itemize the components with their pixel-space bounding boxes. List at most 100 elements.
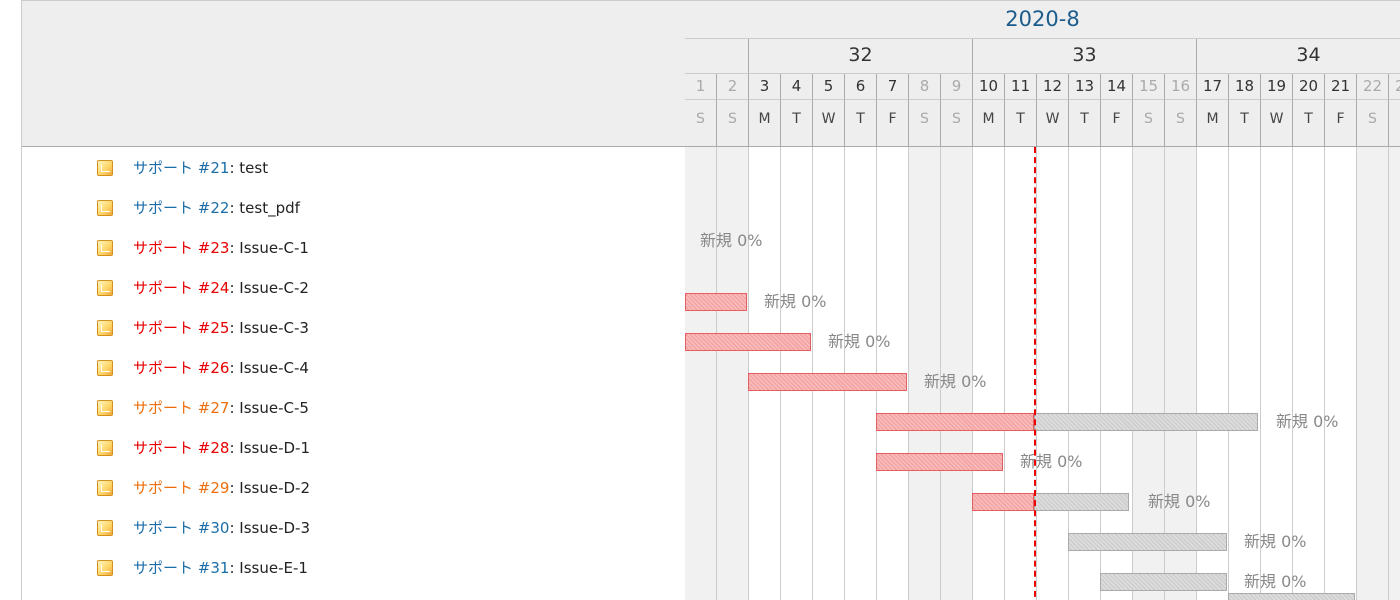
weekday-header: S	[909, 100, 941, 147]
today-marker	[1034, 147, 1036, 600]
day-column	[1005, 147, 1037, 600]
gantt-bar-remaining[interactable]	[1068, 533, 1227, 551]
issue-number-link[interactable]: #22	[198, 199, 230, 217]
day-header: 10	[973, 74, 1005, 100]
gantt-bar-late[interactable]	[876, 453, 1003, 471]
weekday-header: F	[1101, 100, 1133, 147]
issue-number-link[interactable]: #21	[198, 159, 230, 177]
issue-number-link[interactable]: #30	[198, 519, 230, 537]
day-header: 22	[1357, 74, 1389, 100]
issue-row: サポート #22: test_pdf	[22, 188, 685, 228]
issue-tracker-link[interactable]: サポート	[133, 279, 193, 297]
issue-subject: サポート #21: test	[133, 148, 268, 188]
week-header: 32	[749, 39, 973, 74]
issue-row: サポート #23: Issue-C-1	[22, 228, 685, 268]
gantt-bar-late[interactable]	[685, 333, 811, 351]
issue-separator: :	[229, 439, 240, 457]
issue-tracker-link[interactable]: サポート	[133, 439, 193, 457]
gantt-bar-remaining[interactable]	[1228, 593, 1355, 600]
bar-status-label: 新規 0%	[700, 231, 763, 250]
weekday-header: F	[1325, 100, 1357, 147]
day-column	[1325, 147, 1357, 600]
issue-separator: :	[229, 239, 240, 257]
day-header: 15	[1133, 74, 1165, 100]
gantt-bar-remaining[interactable]	[1100, 573, 1227, 591]
issue-number-link[interactable]: #29	[198, 479, 230, 497]
subject-list-header	[22, 0, 685, 147]
day-header: 14	[1101, 74, 1133, 100]
issue-subject-text: test_pdf	[239, 199, 300, 217]
day-header: 20	[1293, 74, 1325, 100]
issue-tracker-link[interactable]: サポート	[133, 519, 193, 537]
issue-separator: :	[229, 199, 240, 217]
issue-number-link[interactable]: #28	[198, 439, 230, 457]
gantt-bar-late[interactable]	[685, 293, 747, 311]
weekday-header: T	[1229, 100, 1261, 147]
issue-subject: サポート #31: Issue-E-1	[133, 548, 308, 588]
issue-tracker-link[interactable]: サポート	[133, 319, 193, 337]
day-column	[1037, 147, 1069, 600]
issue-subject-text: Issue-C-1	[239, 239, 309, 257]
issue-tracker-link[interactable]: サポート	[133, 399, 193, 417]
issue-subject-text: Issue-E-1	[239, 559, 308, 577]
weekday-header: S	[1357, 100, 1389, 147]
issue-tracker-link[interactable]: サポート	[133, 559, 193, 577]
issue-subject-text: Issue-D-3	[239, 519, 310, 537]
bar-status-label: 新規 0%	[1244, 572, 1307, 591]
issue-tracker-link[interactable]: サポート	[133, 359, 193, 377]
issue-separator: :	[229, 279, 240, 297]
issue-subject: サポート #23: Issue-C-1	[133, 228, 309, 268]
gantt-bar-remaining[interactable]	[1034, 413, 1258, 431]
weekday-header: M	[1197, 100, 1229, 147]
issue-icon	[97, 320, 113, 336]
bar-status-label: 新規 0%	[828, 332, 891, 351]
issue-subject-text: Issue-D-2	[239, 479, 310, 497]
weekday-header: M	[749, 100, 781, 147]
issue-number-link[interactable]: #25	[198, 319, 230, 337]
issue-subject-text: Issue-C-4	[239, 359, 309, 377]
issue-separator: :	[229, 159, 240, 177]
issue-tracker-link[interactable]: サポート	[133, 199, 193, 217]
issue-number-link[interactable]: #26	[198, 359, 230, 377]
weekday-header: T	[845, 100, 877, 147]
weekday-header: M	[973, 100, 1005, 147]
issue-tracker-link[interactable]: サポート	[133, 159, 193, 177]
issue-tracker-link[interactable]: サポート	[133, 239, 193, 257]
weekday-header: S	[1389, 100, 1400, 147]
day-header: 16	[1165, 74, 1197, 100]
gantt-bar-late[interactable]	[876, 413, 1034, 431]
day-header: 13	[1069, 74, 1101, 100]
gantt-bar-remaining[interactable]	[1034, 493, 1129, 511]
day-header: 6	[845, 74, 877, 100]
day-header: 3	[749, 74, 781, 100]
weekday-header: S	[717, 100, 749, 147]
gantt-bar-late[interactable]	[972, 493, 1034, 511]
issue-separator: :	[229, 479, 240, 497]
day-header: 21	[1325, 74, 1357, 100]
gantt-bar-late[interactable]	[748, 373, 907, 391]
issue-number-link[interactable]: #31	[198, 559, 230, 577]
weekday-header: F	[877, 100, 909, 147]
bar-status-label: 新規 0%	[1020, 452, 1083, 471]
issue-tracker-link[interactable]: サポート	[133, 479, 193, 497]
day-header: 9	[941, 74, 973, 100]
issue-separator: :	[229, 559, 240, 577]
weekday-header: T	[781, 100, 813, 147]
week-header: 34	[1197, 39, 1400, 74]
issue-number-link[interactable]: #24	[198, 279, 230, 297]
week-header: 33	[973, 39, 1197, 74]
weekday-header: W	[813, 100, 845, 147]
weekend-column	[685, 147, 717, 600]
issue-separator: :	[229, 519, 240, 537]
issue-row: サポート #26: Issue-C-4	[22, 348, 685, 388]
week-header	[685, 39, 749, 74]
issue-icon	[97, 280, 113, 296]
issue-number-link[interactable]: #23	[198, 239, 230, 257]
issue-icon	[97, 240, 113, 256]
weekday-header: W	[1037, 100, 1069, 147]
issue-subject-text: Issue-C-2	[239, 279, 309, 297]
issue-subject-text: Issue-C-3	[239, 319, 309, 337]
issue-number-link[interactable]: #27	[198, 399, 230, 417]
issue-separator: :	[229, 319, 240, 337]
issue-icon	[97, 560, 113, 576]
